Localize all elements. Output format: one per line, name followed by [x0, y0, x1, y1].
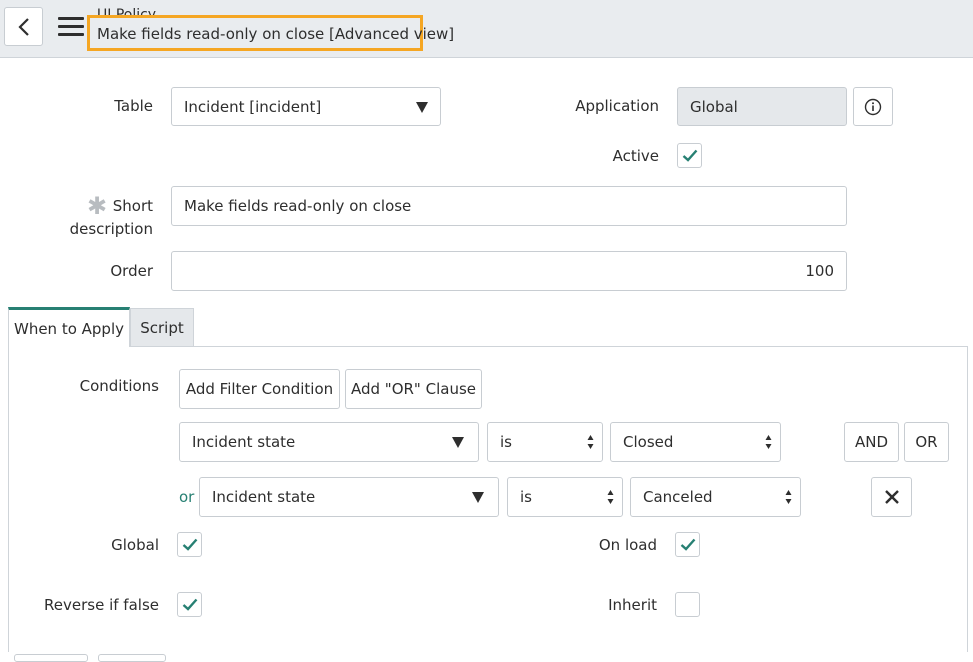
short-description-input[interactable]: Make fields read-only on close — [171, 186, 847, 226]
application-value: Global — [690, 97, 738, 116]
or-button[interactable]: OR — [904, 422, 949, 462]
close-icon — [884, 490, 899, 504]
condition-value-select[interactable]: Closed — [610, 422, 781, 462]
application-field: Global — [677, 87, 847, 126]
add-or-clause-button[interactable]: Add "OR" Clause — [345, 369, 482, 409]
delete-condition-button[interactable] — [871, 477, 912, 517]
tab-script[interactable]: Script — [130, 308, 194, 346]
application-info-button[interactable] — [853, 87, 893, 126]
and-button[interactable]: AND — [844, 422, 899, 462]
short-description-value: Make fields read-only on close — [184, 197, 412, 215]
or-button-label: OR — [915, 433, 938, 451]
conditions-label: Conditions — [79, 377, 159, 395]
condition-operator-value: is — [520, 488, 532, 506]
reverse-if-false-label: Reverse if false — [44, 596, 159, 614]
condition-field-value: Incident state — [212, 488, 316, 506]
checkmark-icon — [182, 538, 198, 551]
order-value: 100 — [805, 262, 834, 280]
dropdown-arrow-icon — [452, 437, 464, 448]
global-label: Global — [111, 536, 159, 554]
global-checkbox[interactable] — [177, 532, 202, 557]
back-button[interactable] — [4, 7, 43, 46]
active-label: Active — [612, 147, 659, 165]
dropdown-arrow-icon — [472, 492, 484, 503]
condition-value: Closed — [623, 433, 674, 451]
active-checkbox[interactable] — [677, 143, 702, 168]
reverse-if-false-checkbox[interactable] — [177, 592, 202, 617]
checkmark-icon — [680, 538, 696, 551]
updown-arrows-icon — [587, 435, 594, 449]
condition-value: Canceled — [643, 488, 713, 506]
add-or-clause-label: Add "OR" Clause — [351, 380, 476, 398]
tab-when-to-apply-label: When to Apply — [13, 319, 125, 338]
checkmark-icon — [682, 149, 698, 162]
checkmark-icon — [182, 598, 198, 611]
short-description-label-line1: Short — [112, 197, 153, 215]
record-title: Make fields read-only on close [Advanced… — [97, 25, 455, 43]
on-load-label: On load — [598, 536, 657, 554]
tab-when-to-apply[interactable]: When to Apply — [8, 307, 130, 347]
order-input[interactable]: 100 — [171, 251, 847, 291]
condition-field-select[interactable]: Incident state — [199, 477, 499, 517]
short-description-label-line2: description — [69, 220, 153, 238]
add-filter-condition-label: Add Filter Condition — [185, 380, 334, 398]
dropdown-arrow-icon — [416, 102, 428, 113]
info-icon — [864, 98, 882, 115]
bottom-button[interactable] — [98, 654, 166, 662]
updown-arrows-icon — [607, 490, 614, 504]
condition-operator-select[interactable]: is — [507, 477, 623, 517]
order-label: Order — [110, 262, 153, 280]
and-button-label: AND — [854, 433, 889, 451]
add-filter-condition-button[interactable]: Add Filter Condition — [179, 369, 340, 409]
table-select[interactable]: Incident [incident] — [171, 87, 441, 126]
table-select-value: Incident [incident] — [184, 97, 322, 116]
condition-operator-select[interactable]: is — [487, 422, 603, 462]
application-label: Application — [575, 97, 659, 115]
bottom-button[interactable] — [14, 654, 88, 662]
or-prefix-label: or — [179, 488, 195, 506]
condition-value-select[interactable]: Canceled — [630, 477, 801, 517]
updown-arrows-icon — [785, 490, 792, 504]
chevron-left-icon — [17, 17, 29, 36]
condition-field-select[interactable]: Incident state — [179, 422, 479, 462]
condition-field-value: Incident state — [192, 433, 296, 451]
on-load-checkbox[interactable] — [675, 532, 700, 557]
hamburger-menu-icon[interactable] — [58, 17, 84, 38]
updown-arrows-icon — [765, 435, 772, 449]
inherit-checkbox[interactable] — [675, 592, 700, 617]
tab-script-label: Script — [140, 318, 184, 337]
condition-operator-value: is — [500, 433, 512, 451]
table-label: Table — [114, 97, 153, 115]
inherit-label: Inherit — [608, 596, 657, 614]
